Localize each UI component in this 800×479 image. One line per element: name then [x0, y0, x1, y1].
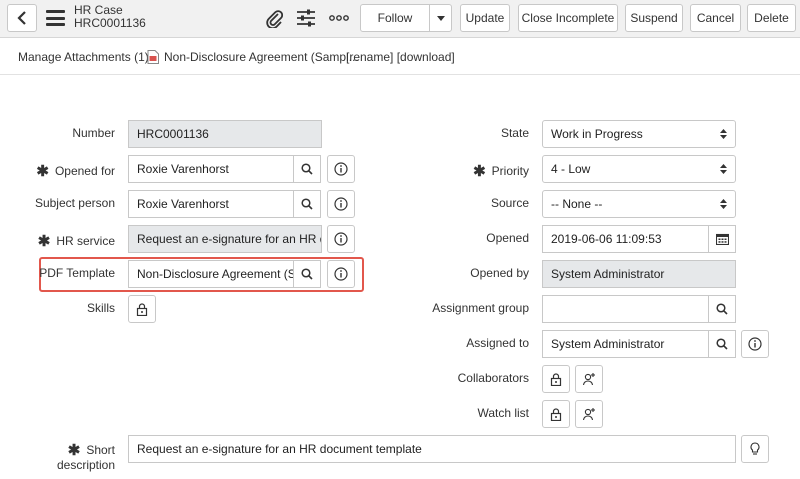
personalize-form-icon[interactable] [295, 8, 317, 28]
source-select[interactable]: -- None -- [542, 190, 736, 218]
short-description-label: ✱ Short description [56, 442, 115, 472]
attachments-bar: Manage Attachments (1): Non-Disclosure A… [0, 39, 800, 75]
subject-person-lookup-button[interactable] [293, 190, 321, 218]
required-icon: ✱ [67, 442, 81, 459]
suspend-button[interactable]: Suspend [625, 4, 683, 32]
record-title: HR Case HRC0001136 [74, 4, 146, 30]
cancel-button[interactable]: Cancel [690, 4, 741, 32]
select-arrows-icon [720, 129, 727, 139]
opened-for-input[interactable]: Roxie Varenhorst [128, 155, 294, 183]
pdf-template-label: PDF Template [39, 266, 115, 280]
follow-dropdown-button[interactable] [429, 4, 452, 32]
lock-icon [550, 407, 562, 421]
skills-label: Skills [86, 301, 115, 315]
assignment-group-lookup-button[interactable] [708, 295, 736, 323]
pdf-template-input[interactable]: Non-Disclosure Agreement (Sar [128, 260, 294, 288]
skills-unlock-button[interactable] [128, 295, 156, 323]
assignment-group-input[interactable] [542, 295, 709, 323]
subject-person-input[interactable]: Roxie Varenhorst [128, 190, 294, 218]
info-icon [334, 197, 348, 211]
search-icon [301, 163, 313, 175]
close-incomplete-button[interactable]: Close Incomplete [518, 4, 618, 32]
search-icon [301, 268, 313, 280]
opened-for-lookup-button[interactable] [293, 155, 321, 183]
state-select[interactable]: Work in Progress [542, 120, 736, 148]
number-label: Number [72, 126, 115, 140]
add-user-icon [582, 408, 595, 421]
required-icon: ✱ [37, 233, 51, 250]
menu-icon[interactable] [46, 10, 65, 26]
state-label: State [500, 126, 529, 140]
lock-icon [136, 302, 148, 316]
opened-label: Opened [486, 231, 529, 245]
hr-service-field: Request an e-signature for an HR doc [128, 225, 322, 253]
opened-by-field: System Administrator [542, 260, 736, 288]
required-icon: ✱ [473, 163, 486, 180]
chevron-left-icon [17, 11, 26, 25]
source-label: Source [490, 196, 529, 210]
form-header: HR Case HRC0001136 Follow Update Close I… [0, 0, 800, 38]
collaborators-unlock-button[interactable] [542, 365, 570, 393]
search-icon [716, 303, 728, 315]
attachment-actions[interactable]: [rename] [download] [346, 50, 455, 64]
select-arrows-icon [720, 164, 727, 174]
info-icon [748, 337, 762, 351]
opened-input[interactable]: 2019-06-06 11:09:53 [542, 225, 709, 253]
watch-list-unlock-button[interactable] [542, 400, 570, 428]
number-field: HRC0001136 [128, 120, 322, 148]
more-options-icon[interactable] [328, 8, 350, 28]
lightbulb-icon [750, 442, 760, 455]
back-button[interactable] [7, 4, 37, 32]
assignment-group-label: Assignment group [432, 301, 529, 315]
priority-label: ✱ Priority [473, 163, 529, 180]
hr-service-info-button[interactable] [327, 225, 355, 253]
hr-service-label: ✱ HR service [37, 233, 115, 250]
subject-person-label: Subject person [34, 196, 115, 210]
opened-for-info-button[interactable] [327, 155, 355, 183]
pdf-file-icon [147, 50, 159, 64]
update-button[interactable]: Update [460, 4, 510, 32]
calendar-icon [715, 233, 729, 245]
select-arrows-icon [720, 199, 727, 209]
opened-by-label: Opened by [470, 266, 529, 280]
priority-select[interactable]: 4 - Low [542, 155, 736, 183]
pdf-template-lookup-button[interactable] [293, 260, 321, 288]
watch-list-add-me-button[interactable] [575, 400, 603, 428]
collaborators-label: Collaborators [457, 371, 529, 385]
assigned-to-input[interactable]: System Administrator [542, 330, 709, 358]
info-icon [334, 162, 348, 176]
opened-for-label: ✱ Opened for [36, 163, 115, 180]
info-icon [334, 232, 348, 246]
collaborators-add-me-button[interactable] [575, 365, 603, 393]
pdf-template-info-button[interactable] [327, 260, 355, 288]
caret-down-icon [436, 15, 445, 21]
search-icon [716, 338, 728, 350]
watch-list-label: Watch list [477, 406, 529, 420]
attachment-file-link[interactable]: Non-Disclosure Agreement (Sampl... [164, 50, 359, 64]
manage-attachments-link[interactable]: Manage Attachments (1): [18, 50, 152, 64]
priority-value: 4 - Low [551, 162, 591, 176]
paperclip-icon[interactable] [263, 8, 285, 28]
assigned-to-lookup-button[interactable] [708, 330, 736, 358]
add-user-icon [582, 373, 595, 386]
assigned-to-info-button[interactable] [741, 330, 769, 358]
subject-person-info-button[interactable] [327, 190, 355, 218]
short-description-input[interactable]: Request an e-signature for an HR documen… [128, 435, 736, 463]
follow-button[interactable]: Follow [360, 4, 430, 32]
record-number: HRC0001136 [74, 16, 146, 30]
assigned-to-label: Assigned to [466, 336, 529, 350]
opened-calendar-button[interactable] [708, 225, 736, 253]
info-icon [334, 267, 348, 281]
search-icon [301, 198, 313, 210]
suggestion-button[interactable] [741, 435, 769, 463]
delete-button[interactable]: Delete [747, 4, 796, 32]
source-value: -- None -- [551, 197, 603, 211]
lock-icon [550, 372, 562, 386]
required-icon: ✱ [36, 163, 49, 180]
state-value: Work in Progress [551, 127, 643, 141]
